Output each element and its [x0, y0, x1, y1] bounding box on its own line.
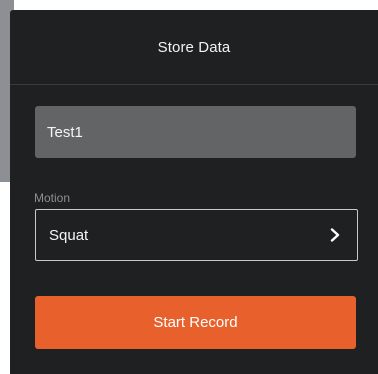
panel-title: Store Data: [157, 38, 231, 56]
panel-header: Store Data: [10, 10, 378, 85]
screen: Store Data Test1 Motion Squat Start Reco…: [0, 0, 378, 374]
start-record-button[interactable]: Start Record: [35, 296, 356, 349]
motion-selected-value: Squat: [49, 226, 89, 244]
store-data-panel: Store Data Test1 Motion Squat Start Reco…: [10, 10, 378, 374]
record-name-value: Test1: [47, 123, 83, 141]
chevron-right-icon: [329, 227, 341, 243]
motion-label: Motion: [34, 191, 71, 205]
record-name-input[interactable]: Test1: [35, 106, 356, 158]
motion-select[interactable]: Squat: [35, 209, 358, 261]
